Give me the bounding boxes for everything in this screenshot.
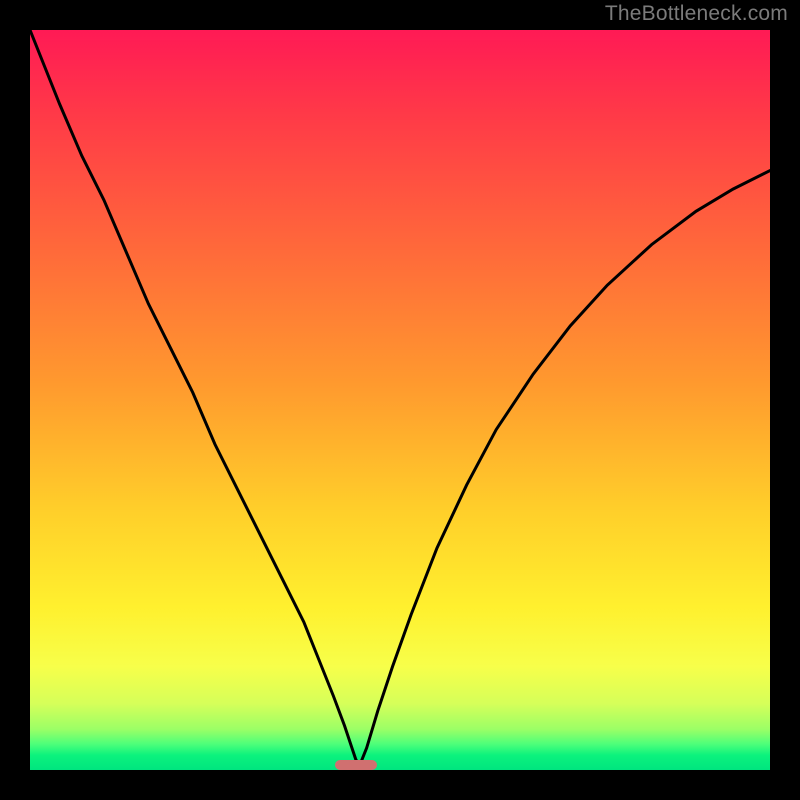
bottleneck-curve	[30, 30, 770, 770]
watermark-text: TheBottleneck.com	[605, 2, 788, 26]
plot-area	[30, 30, 770, 770]
optimal-range-marker	[335, 760, 377, 770]
outer-frame: TheBottleneck.com	[0, 0, 800, 800]
